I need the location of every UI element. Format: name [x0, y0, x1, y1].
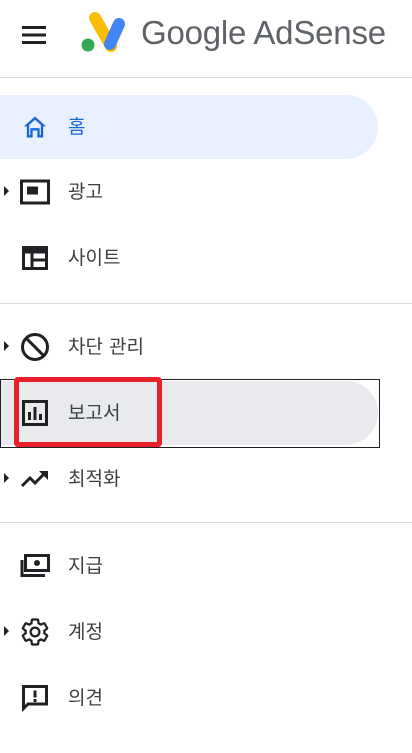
home-icon	[19, 111, 51, 143]
nav-item-label: 계정	[68, 621, 103, 643]
expand-arrow-icon[interactable]	[4, 473, 9, 483]
ads-icon	[19, 176, 51, 208]
nav-item-background	[0, 95, 378, 159]
nav-item-label: 홈	[68, 116, 86, 138]
bar-chart-icon	[19, 397, 51, 429]
payments-icon	[19, 550, 51, 582]
sites-icon	[19, 242, 51, 274]
nav-item-ads[interactable]: 광고	[0, 160, 380, 224]
nav-item-payments[interactable]: 지급	[0, 534, 380, 598]
nav-item-label: 광고	[68, 181, 103, 203]
nav-item-label: 의견	[68, 687, 103, 709]
app-title: Google AdSense	[141, 14, 386, 51]
nav-item-label: 차단 관리	[68, 336, 144, 358]
nav-item-label: 지급	[68, 555, 103, 577]
nav-item-reports[interactable]: 보고서	[0, 381, 380, 445]
trending-up-icon	[19, 463, 51, 495]
nav-item-blocking-controls[interactable]: 차단 관리	[0, 315, 380, 379]
block-icon	[19, 331, 51, 363]
hamburger-menu-icon	[22, 26, 46, 44]
feedback-icon	[19, 682, 51, 714]
adsense-sidebar: Google AdSense 홈 광고 사이트 차단 관리 보고서 최적화 지급…	[0, 0, 412, 753]
nav-item-account[interactable]: 계정	[0, 600, 380, 664]
nav-item-optimization[interactable]: 최적화	[0, 447, 380, 511]
nav-item-sites[interactable]: 사이트	[0, 226, 380, 290]
nav-item-home[interactable]: 홈	[0, 95, 380, 159]
nav-item-label: 최적화	[68, 468, 121, 490]
nav-item-background	[0, 381, 378, 445]
divider	[0, 303, 412, 304]
divider	[0, 522, 412, 523]
gear-icon	[19, 616, 51, 648]
expand-arrow-icon[interactable]	[4, 626, 9, 636]
nav-item-label: 사이트	[68, 247, 121, 269]
expand-arrow-icon[interactable]	[4, 186, 9, 196]
adsense-logo-icon	[81, 12, 125, 52]
main-menu-button[interactable]	[13, 15, 57, 55]
header: Google AdSense	[0, 0, 412, 77]
expand-arrow-icon[interactable]	[4, 341, 9, 351]
nav-item-label: 보고서	[68, 402, 121, 424]
nav-item-feedback[interactable]: 의견	[0, 666, 380, 730]
divider	[0, 77, 412, 78]
